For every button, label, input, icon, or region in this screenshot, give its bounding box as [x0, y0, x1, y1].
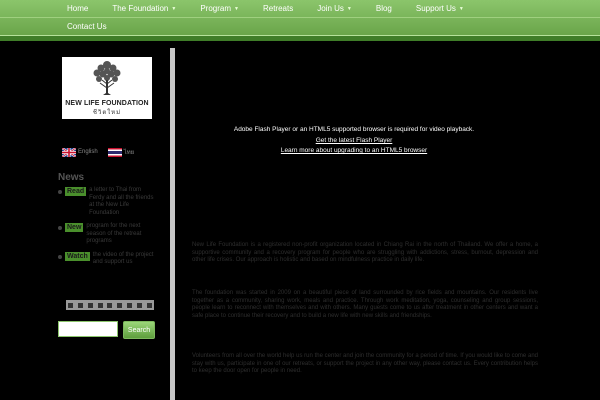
nav-item-label: Home	[67, 4, 89, 13]
film-strip-icon[interactable]	[66, 300, 154, 310]
nav-item-the-foundation[interactable]: The Foundation ▼	[112, 4, 176, 13]
news-text: program for the next season of the retre…	[86, 223, 142, 244]
nav-item-join-us[interactable]: Join Us ▼	[317, 4, 352, 13]
nav-item-label: Program	[200, 4, 232, 13]
nav-item-label: The Foundation	[112, 4, 169, 13]
html5-browser-link[interactable]: Learn more about upgrading to an HTML5 b…	[184, 147, 524, 154]
logo[interactable]: NEW LIFE FOUNDATION ชีวิตใหม่	[62, 57, 152, 119]
nav-item-blog[interactable]: Blog	[376, 4, 392, 13]
logo-thai-text: ชีวิตใหม่	[92, 110, 122, 116]
nav-item-label: Retreats	[262, 4, 294, 13]
nav-item-contact-us[interactable]: Contact Us	[67, 22, 107, 31]
nav-item-label: Support Us	[415, 4, 456, 13]
news-tag[interactable]: Read	[65, 187, 87, 196]
flash-player-link[interactable]: Get the latest Flash Player	[184, 137, 524, 144]
news-tag[interactable]: Watch	[65, 251, 90, 261]
body-paragraph: The foundation was started in 2009 on a …	[192, 290, 538, 319]
language-english[interactable]: English	[62, 147, 98, 157]
nav-item-retreats[interactable]: Retreats	[263, 4, 293, 13]
news-item[interactable]: Read a letter to Thai from Ferdy and all…	[58, 187, 158, 217]
news-heading: News	[58, 172, 85, 183]
chevron-down-icon: ▼	[458, 5, 464, 12]
nav-item-label: Blog	[375, 4, 392, 13]
news-item[interactable]: New program for the next season of the r…	[58, 223, 158, 246]
nav-item-support-us[interactable]: Support Us ▼	[416, 4, 464, 13]
language-label: English	[78, 149, 98, 155]
body-paragraph: New Life Foundation is a registered non-…	[192, 242, 538, 264]
nav-item-program[interactable]: Program ▼	[200, 4, 239, 13]
news-tag[interactable]: New	[65, 223, 84, 232]
main-content: Adobe Flash Player or an HTML5 supported…	[184, 48, 554, 400]
nav-row-primary: Home The Foundation ▼ Program ▼ Retreats J…	[0, 0, 600, 17]
news-item[interactable]: Watch the video of the project and suppo…	[58, 251, 158, 267]
bullet-icon	[58, 226, 62, 230]
sidebar: NEW LIFE FOUNDATION ชีวิตใหม่ English ไท…	[56, 47, 160, 400]
bullet-icon	[58, 254, 62, 259]
tree-icon	[93, 61, 121, 95]
bullet-icon	[58, 190, 62, 194]
language-thai[interactable]: ไทย	[107, 147, 135, 157]
nav-item-label: Join Us	[317, 4, 344, 13]
news-text: the video of the project and support us	[92, 251, 154, 266]
nav-band	[0, 35, 600, 41]
search-input[interactable]	[58, 321, 118, 337]
search-button[interactable]: Search	[123, 321, 155, 339]
nav-row-secondary: Contact Us	[0, 17, 600, 35]
chevron-down-icon: ▼	[234, 5, 239, 12]
language-label: ไทย	[123, 150, 135, 156]
nav-item-label: Contact Us	[67, 22, 107, 31]
nav-item-home[interactable]: Home	[67, 4, 88, 13]
logo-text: NEW LIFE FOUNDATION	[65, 100, 149, 107]
body-paragraph: Volunteers from all over the world help …	[192, 353, 538, 375]
video-player-message: Adobe Flash Player or an HTML5 supported…	[233, 126, 475, 133]
language-switcher: English ไทย	[62, 147, 134, 157]
thai-flag-icon	[107, 147, 122, 157]
chevron-down-icon: ▼	[171, 5, 177, 12]
news-list: Read a letter to Thai from Ferdy and all…	[58, 187, 158, 273]
uk-flag-icon	[62, 147, 76, 157]
column-divider	[170, 48, 175, 400]
chevron-down-icon: ▼	[346, 5, 352, 12]
news-text: a letter to Thai from Ferdy and all the …	[89, 187, 154, 216]
main-navigation: Home The Foundation ▼ Program ▼ Retreats J…	[0, 0, 600, 35]
